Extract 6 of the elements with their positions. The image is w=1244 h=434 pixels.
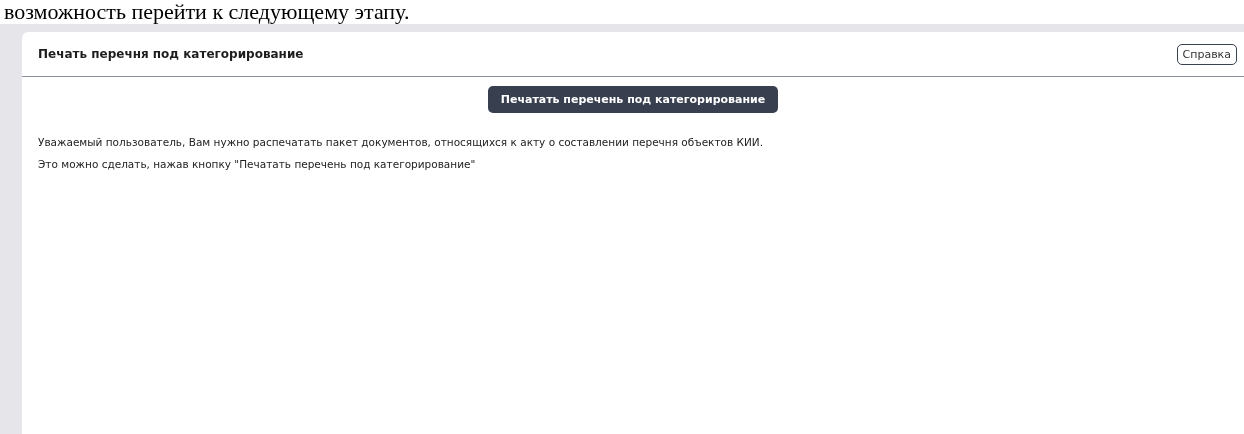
- help-button[interactable]: Справка: [1176, 43, 1237, 65]
- caption-text: возможность перейти к следующему этапу.: [3, 0, 411, 24]
- print-button[interactable]: Печатать перечень под категорирование: [487, 86, 779, 113]
- info-text: Это можно сделать, нажав кнопку "Печатать перечень под категорирование": [38, 157, 477, 172]
- panel-title: Печать перечня под категорирование: [38, 47, 304, 61]
- info-text: Уважаемый пользователь, Вам нужно распечатать пакет документов, относящихся к акту о составлении перечня объектов КИИ.: [38, 135, 764, 150]
